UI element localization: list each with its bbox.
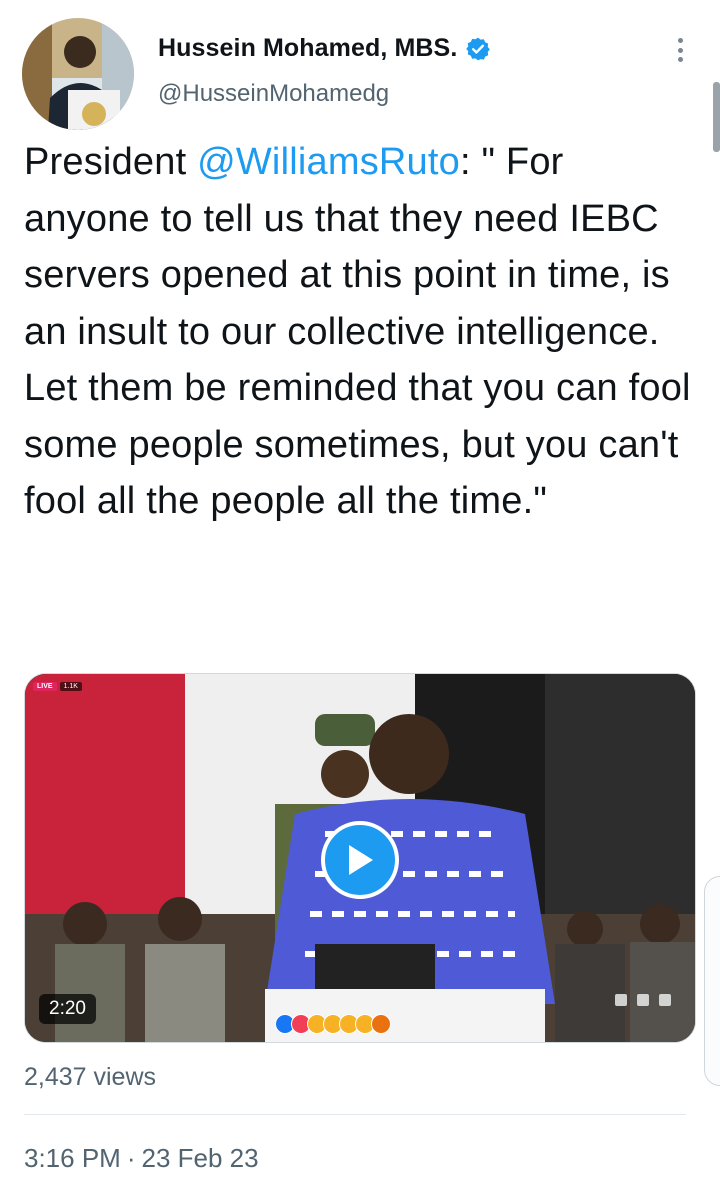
live-label: LIVE bbox=[33, 682, 57, 691]
separator: · bbox=[126, 1143, 136, 1173]
verified-badge-icon bbox=[466, 37, 491, 60]
reaction-icons bbox=[275, 1014, 391, 1034]
author-handle[interactable]: @HusseinMohamedg bbox=[158, 80, 389, 108]
video-duration: 2:20 bbox=[39, 994, 96, 1024]
scrollbar[interactable] bbox=[713, 82, 720, 152]
play-icon bbox=[349, 845, 373, 875]
side-edge-handle[interactable] bbox=[704, 876, 720, 1086]
divider bbox=[24, 1114, 686, 1115]
tweet-header: Hussein Mohamed, MBS. @HusseinMohamedg bbox=[0, 0, 720, 130]
video-player[interactable]: LIVE 1.1K 2:20 bbox=[24, 673, 696, 1043]
author-name[interactable]: Hussein Mohamed, MBS. bbox=[158, 34, 457, 63]
viewer-count: 1.1K bbox=[59, 682, 82, 691]
play-button[interactable] bbox=[321, 821, 399, 899]
mention-link[interactable]: @WilliamsRuto bbox=[197, 141, 460, 183]
live-badges: LIVE 1.1K bbox=[33, 682, 82, 691]
tweet-text: President @WilliamsRuto: " For anyone to… bbox=[24, 134, 694, 530]
view-count[interactable]: 2,437 views bbox=[24, 1063, 156, 1092]
tweet-text-rest: : " For anyone to tell us that they need… bbox=[24, 141, 691, 522]
timestamp[interactable]: 3:16 PM · 23 Feb 23 bbox=[24, 1143, 259, 1174]
more-options-icon[interactable] bbox=[668, 34, 692, 66]
tweet-text-start: President bbox=[24, 141, 198, 183]
post-time: 3:16 PM bbox=[24, 1143, 121, 1173]
player-controls bbox=[615, 994, 671, 1006]
author-name-row[interactable]: Hussein Mohamed, MBS. bbox=[158, 34, 491, 63]
post-date: 23 Feb 23 bbox=[141, 1143, 259, 1173]
avatar[interactable] bbox=[22, 18, 134, 130]
